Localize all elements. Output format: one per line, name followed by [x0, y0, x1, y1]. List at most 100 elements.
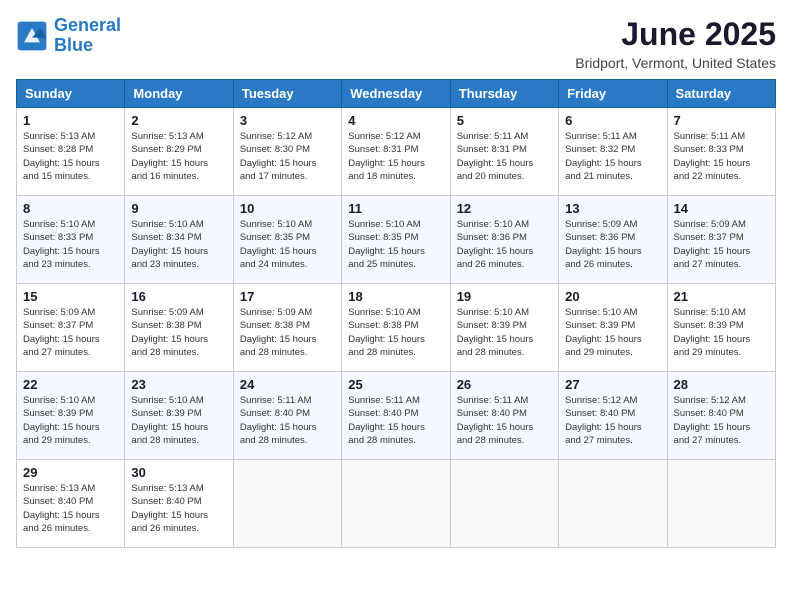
day-number: 1	[23, 113, 118, 128]
subtitle: Bridport, Vermont, United States	[575, 55, 776, 71]
calendar-cell-25: 25 Sunrise: 5:11 AMSunset: 8:40 PMDaylig…	[342, 372, 450, 460]
header: General Blue June 2025 Bridport, Vermont…	[16, 16, 776, 71]
day-info: Sunrise: 5:13 AMSunset: 8:40 PMDaylight:…	[23, 482, 118, 535]
day-info: Sunrise: 5:13 AMSunset: 8:40 PMDaylight:…	[131, 482, 226, 535]
day-number: 8	[23, 201, 118, 216]
day-number: 25	[348, 377, 443, 392]
calendar-cell-8: 8 Sunrise: 5:10 AMSunset: 8:33 PMDayligh…	[17, 196, 125, 284]
day-number: 28	[674, 377, 769, 392]
col-header-sunday: Sunday	[17, 80, 125, 108]
day-number: 29	[23, 465, 118, 480]
calendar-cell-27: 27 Sunrise: 5:12 AMSunset: 8:40 PMDaylig…	[559, 372, 667, 460]
day-number: 19	[457, 289, 552, 304]
calendar: SundayMondayTuesdayWednesdayThursdayFrid…	[16, 79, 776, 548]
week-row-1: 1 Sunrise: 5:13 AMSunset: 8:28 PMDayligh…	[17, 108, 776, 196]
day-info: Sunrise: 5:11 AMSunset: 8:32 PMDaylight:…	[565, 130, 660, 183]
day-info: Sunrise: 5:10 AMSunset: 8:35 PMDaylight:…	[348, 218, 443, 271]
day-info: Sunrise: 5:13 AMSunset: 8:28 PMDaylight:…	[23, 130, 118, 183]
day-info: Sunrise: 5:10 AMSunset: 8:39 PMDaylight:…	[23, 394, 118, 447]
day-info: Sunrise: 5:12 AMSunset: 8:30 PMDaylight:…	[240, 130, 335, 183]
empty-cell	[233, 460, 341, 548]
day-number: 30	[131, 465, 226, 480]
day-number: 20	[565, 289, 660, 304]
day-number: 6	[565, 113, 660, 128]
week-row-2: 8 Sunrise: 5:10 AMSunset: 8:33 PMDayligh…	[17, 196, 776, 284]
calendar-cell-24: 24 Sunrise: 5:11 AMSunset: 8:40 PMDaylig…	[233, 372, 341, 460]
calendar-cell-22: 22 Sunrise: 5:10 AMSunset: 8:39 PMDaylig…	[17, 372, 125, 460]
col-header-saturday: Saturday	[667, 80, 775, 108]
day-number: 14	[674, 201, 769, 216]
calendar-cell-3: 3 Sunrise: 5:12 AMSunset: 8:30 PMDayligh…	[233, 108, 341, 196]
calendar-cell-19: 19 Sunrise: 5:10 AMSunset: 8:39 PMDaylig…	[450, 284, 558, 372]
col-header-thursday: Thursday	[450, 80, 558, 108]
week-row-5: 29 Sunrise: 5:13 AMSunset: 8:40 PMDaylig…	[17, 460, 776, 548]
calendar-cell-11: 11 Sunrise: 5:10 AMSunset: 8:35 PMDaylig…	[342, 196, 450, 284]
day-number: 4	[348, 113, 443, 128]
day-number: 26	[457, 377, 552, 392]
empty-cell	[667, 460, 775, 548]
day-info: Sunrise: 5:10 AMSunset: 8:36 PMDaylight:…	[457, 218, 552, 271]
day-number: 13	[565, 201, 660, 216]
calendar-header-row: SundayMondayTuesdayWednesdayThursdayFrid…	[17, 80, 776, 108]
calendar-cell-28: 28 Sunrise: 5:12 AMSunset: 8:40 PMDaylig…	[667, 372, 775, 460]
day-info: Sunrise: 5:10 AMSunset: 8:33 PMDaylight:…	[23, 218, 118, 271]
calendar-cell-4: 4 Sunrise: 5:12 AMSunset: 8:31 PMDayligh…	[342, 108, 450, 196]
logo-icon	[16, 20, 48, 52]
calendar-cell-9: 9 Sunrise: 5:10 AMSunset: 8:34 PMDayligh…	[125, 196, 233, 284]
day-info: Sunrise: 5:11 AMSunset: 8:40 PMDaylight:…	[457, 394, 552, 447]
day-number: 12	[457, 201, 552, 216]
calendar-cell-12: 12 Sunrise: 5:10 AMSunset: 8:36 PMDaylig…	[450, 196, 558, 284]
day-number: 21	[674, 289, 769, 304]
empty-cell	[559, 460, 667, 548]
week-row-3: 15 Sunrise: 5:09 AMSunset: 8:37 PMDaylig…	[17, 284, 776, 372]
day-number: 23	[131, 377, 226, 392]
empty-cell	[342, 460, 450, 548]
day-info: Sunrise: 5:09 AMSunset: 8:37 PMDaylight:…	[674, 218, 769, 271]
day-number: 9	[131, 201, 226, 216]
day-info: Sunrise: 5:12 AMSunset: 8:40 PMDaylight:…	[565, 394, 660, 447]
day-info: Sunrise: 5:10 AMSunset: 8:39 PMDaylight:…	[131, 394, 226, 447]
day-number: 16	[131, 289, 226, 304]
day-number: 27	[565, 377, 660, 392]
day-info: Sunrise: 5:09 AMSunset: 8:38 PMDaylight:…	[240, 306, 335, 359]
col-header-monday: Monday	[125, 80, 233, 108]
day-info: Sunrise: 5:11 AMSunset: 8:40 PMDaylight:…	[240, 394, 335, 447]
title-area: June 2025 Bridport, Vermont, United Stat…	[575, 16, 776, 71]
calendar-cell-20: 20 Sunrise: 5:10 AMSunset: 8:39 PMDaylig…	[559, 284, 667, 372]
calendar-cell-29: 29 Sunrise: 5:13 AMSunset: 8:40 PMDaylig…	[17, 460, 125, 548]
day-info: Sunrise: 5:11 AMSunset: 8:33 PMDaylight:…	[674, 130, 769, 183]
calendar-cell-5: 5 Sunrise: 5:11 AMSunset: 8:31 PMDayligh…	[450, 108, 558, 196]
day-info: Sunrise: 5:10 AMSunset: 8:35 PMDaylight:…	[240, 218, 335, 271]
calendar-cell-16: 16 Sunrise: 5:09 AMSunset: 8:38 PMDaylig…	[125, 284, 233, 372]
day-number: 18	[348, 289, 443, 304]
day-info: Sunrise: 5:09 AMSunset: 8:37 PMDaylight:…	[23, 306, 118, 359]
calendar-cell-10: 10 Sunrise: 5:10 AMSunset: 8:35 PMDaylig…	[233, 196, 341, 284]
day-number: 7	[674, 113, 769, 128]
week-row-4: 22 Sunrise: 5:10 AMSunset: 8:39 PMDaylig…	[17, 372, 776, 460]
col-header-friday: Friday	[559, 80, 667, 108]
calendar-cell-18: 18 Sunrise: 5:10 AMSunset: 8:38 PMDaylig…	[342, 284, 450, 372]
day-info: Sunrise: 5:11 AMSunset: 8:40 PMDaylight:…	[348, 394, 443, 447]
day-info: Sunrise: 5:09 AMSunset: 8:38 PMDaylight:…	[131, 306, 226, 359]
col-header-tuesday: Tuesday	[233, 80, 341, 108]
day-info: Sunrise: 5:12 AMSunset: 8:40 PMDaylight:…	[674, 394, 769, 447]
day-info: Sunrise: 5:10 AMSunset: 8:34 PMDaylight:…	[131, 218, 226, 271]
day-number: 2	[131, 113, 226, 128]
calendar-cell-6: 6 Sunrise: 5:11 AMSunset: 8:32 PMDayligh…	[559, 108, 667, 196]
day-info: Sunrise: 5:10 AMSunset: 8:39 PMDaylight:…	[565, 306, 660, 359]
day-number: 22	[23, 377, 118, 392]
day-number: 17	[240, 289, 335, 304]
day-info: Sunrise: 5:10 AMSunset: 8:38 PMDaylight:…	[348, 306, 443, 359]
day-info: Sunrise: 5:10 AMSunset: 8:39 PMDaylight:…	[457, 306, 552, 359]
empty-cell	[450, 460, 558, 548]
day-number: 24	[240, 377, 335, 392]
calendar-cell-30: 30 Sunrise: 5:13 AMSunset: 8:40 PMDaylig…	[125, 460, 233, 548]
logo-text: General Blue	[54, 16, 121, 56]
day-info: Sunrise: 5:10 AMSunset: 8:39 PMDaylight:…	[674, 306, 769, 359]
logo: General Blue	[16, 16, 121, 56]
calendar-cell-2: 2 Sunrise: 5:13 AMSunset: 8:29 PMDayligh…	[125, 108, 233, 196]
calendar-cell-21: 21 Sunrise: 5:10 AMSunset: 8:39 PMDaylig…	[667, 284, 775, 372]
day-info: Sunrise: 5:09 AMSunset: 8:36 PMDaylight:…	[565, 218, 660, 271]
calendar-cell-15: 15 Sunrise: 5:09 AMSunset: 8:37 PMDaylig…	[17, 284, 125, 372]
day-info: Sunrise: 5:13 AMSunset: 8:29 PMDaylight:…	[131, 130, 226, 183]
